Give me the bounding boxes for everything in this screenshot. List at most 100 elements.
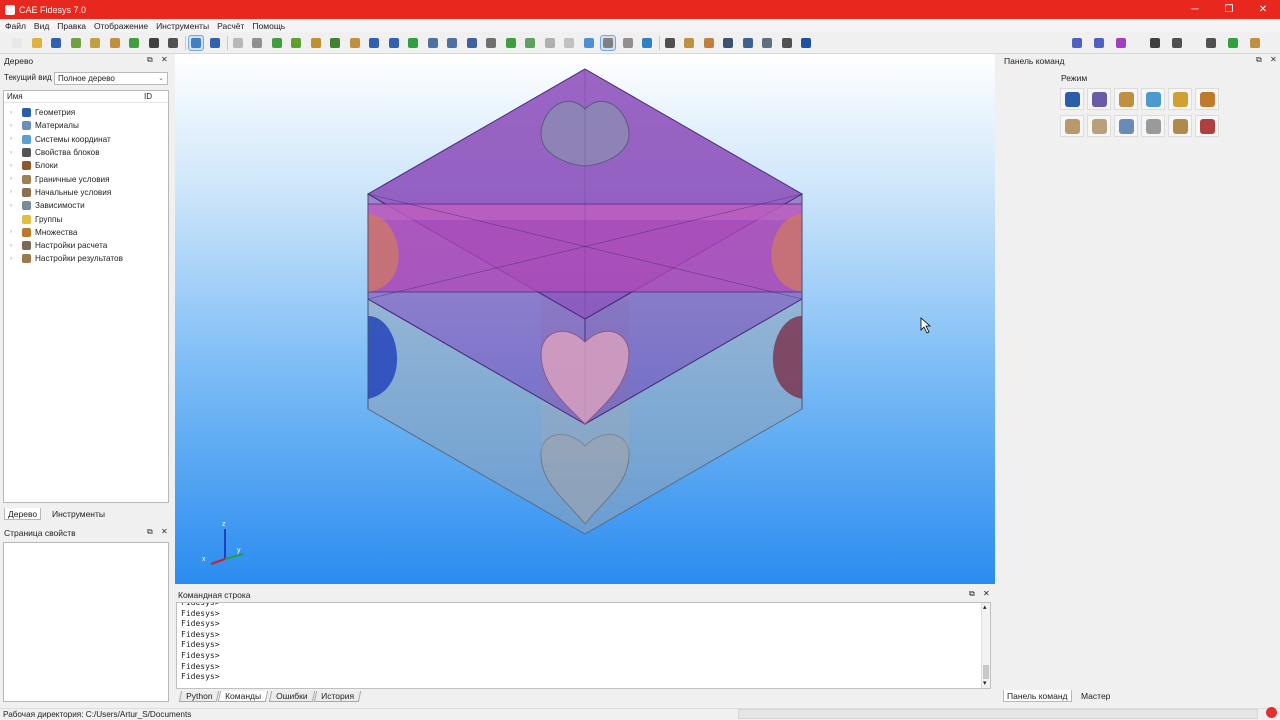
scroll-up-icon[interactable]: ▴ [983, 603, 987, 611]
menu-file[interactable]: Файл [5, 21, 26, 31]
id-column-header[interactable]: ID [144, 92, 152, 101]
tab-errors[interactable]: Ошибки [268, 691, 315, 702]
tree-item[interactable]: › Начальные условия [4, 186, 168, 199]
view-blue-button[interactable] [741, 36, 755, 50]
frame-button[interactable] [484, 36, 498, 50]
split-button[interactable] [1204, 36, 1218, 50]
scrollbar[interactable]: ▴ ▾ [981, 603, 990, 688]
tree-item[interactable]: › Зависимости [4, 199, 168, 212]
tree-item[interactable]: › Граничные условия [4, 172, 168, 185]
expand-arrow-icon[interactable]: › [10, 123, 18, 129]
close-button[interactable]: ✕ [1246, 0, 1280, 19]
edit-button[interactable] [88, 36, 102, 50]
tree-item[interactable]: › Геометрия [4, 106, 168, 119]
tab-command-panel[interactable]: Панель команд [1003, 690, 1072, 702]
tree-item[interactable]: › Настройки результатов [4, 252, 168, 265]
expand-arrow-icon[interactable]: › [10, 110, 18, 116]
script-button[interactable] [108, 36, 122, 50]
expand-arrow-icon[interactable]: › [10, 189, 18, 195]
tools-mode-button[interactable] [1114, 88, 1138, 110]
menu-help[interactable]: Помощь [252, 21, 285, 31]
float-panel-icon[interactable]: ⧉ [969, 589, 975, 599]
float-panel-icon[interactable]: ⧉ [147, 527, 153, 537]
tab-tools[interactable]: Инструменты [49, 508, 108, 520]
rectangle-button[interactable] [1114, 36, 1128, 50]
box-button[interactable] [504, 36, 518, 50]
menu-edit[interactable]: Правка [57, 21, 86, 31]
view-shaded-button[interactable] [250, 36, 264, 50]
select-button[interactable] [187, 35, 204, 51]
sets-mode-button[interactable] [1195, 88, 1219, 110]
tab-commands[interactable]: Команды [217, 691, 269, 702]
probe-button[interactable] [663, 36, 677, 50]
3d-viewport[interactable]: x y z [175, 54, 995, 584]
zoom-out-button[interactable] [445, 36, 459, 50]
axis-button[interactable] [640, 36, 654, 50]
tree-item[interactable]: › Свойства блоков [4, 146, 168, 159]
view-dark-button[interactable] [721, 36, 735, 50]
expand-arrow-icon[interactable]: › [10, 256, 18, 262]
name-column-header[interactable]: Имя [7, 92, 23, 101]
clip-button[interactable] [682, 36, 696, 50]
align-button[interactable] [1170, 36, 1184, 50]
float-panel-icon[interactable]: ⧉ [1256, 55, 1262, 65]
expand-arrow-icon[interactable]: › [10, 203, 18, 209]
menu-calculation[interactable]: Расчёт [217, 21, 244, 31]
close-panel-icon[interactable]: ✕ [161, 55, 168, 64]
menu-tools[interactable]: Инструменты [156, 21, 209, 31]
rotate-button[interactable] [406, 36, 420, 50]
block-mode-button[interactable] [1168, 88, 1192, 110]
scroll-down-icon[interactable]: ▾ [983, 679, 987, 687]
up-button[interactable] [1148, 36, 1162, 50]
tool-button[interactable] [702, 36, 716, 50]
pick-button[interactable] [348, 36, 362, 50]
scroll-thumb[interactable] [983, 665, 989, 679]
fit-button[interactable] [387, 36, 401, 50]
expand-arrow-icon[interactable]: › [10, 176, 18, 182]
maximize-button[interactable]: ❐ [1212, 0, 1246, 19]
expand-arrow-icon[interactable]: › [10, 163, 18, 169]
calc-mode-button[interactable] [1141, 115, 1165, 137]
command-line-output[interactable]: Fidesys> Fidesys> Fidesys> Fidesys> Fidesys>… [176, 602, 991, 689]
settings-button[interactable] [166, 36, 180, 50]
tab-python[interactable]: Python [178, 691, 220, 702]
minus-button[interactable] [1092, 36, 1106, 50]
bc-mode-button[interactable] [1060, 115, 1084, 137]
view-gray-button[interactable] [760, 36, 774, 50]
minimize-button[interactable]: ─ [1178, 0, 1212, 19]
run-script-button[interactable] [127, 36, 141, 50]
close-panel-icon[interactable]: ✕ [983, 589, 990, 598]
expand-arrow-icon[interactable]: › [10, 136, 18, 142]
cube-gray-button[interactable] [543, 36, 557, 50]
analysis-mode-button[interactable] [1195, 115, 1219, 137]
graph-mode-button[interactable] [1114, 115, 1138, 137]
cube-mesh-button[interactable] [562, 36, 576, 50]
menu-display[interactable]: Отображение [94, 21, 148, 31]
view-solid-button[interactable] [270, 36, 284, 50]
menu-view[interactable]: Вид [34, 21, 49, 31]
volume-button[interactable] [328, 36, 342, 50]
close-panel-icon[interactable]: ✕ [1270, 55, 1277, 64]
view-wire-button[interactable] [231, 36, 245, 50]
crosshair-button[interactable] [1070, 36, 1084, 50]
view-hidden-button[interactable] [289, 36, 303, 50]
expand-arrow-icon[interactable]: › [10, 229, 18, 235]
initial-mode-button[interactable] [1087, 115, 1111, 137]
float-panel-icon[interactable]: ⧉ [147, 55, 153, 65]
tab-tree[interactable]: Дерево [4, 508, 42, 520]
tree-item[interactable]: › Блоки [4, 159, 168, 172]
view-select[interactable]: Полное дерево ⌄ [54, 72, 168, 85]
tab-wizard[interactable]: Мастер [1078, 690, 1113, 702]
tree-item[interactable]: Группы [4, 212, 168, 225]
tree-item[interactable]: › Настройки расчета [4, 239, 168, 252]
open-folder-button[interactable] [30, 36, 44, 50]
tree-item[interactable]: › Множества [4, 226, 168, 239]
undo-button[interactable] [208, 36, 222, 50]
sphere-button[interactable] [582, 36, 596, 50]
save-button[interactable] [49, 36, 63, 50]
dot-button[interactable] [799, 36, 813, 50]
new-file-button[interactable] [10, 36, 24, 50]
expand-arrow-icon[interactable]: › [10, 150, 18, 156]
mesh-button[interactable] [309, 36, 323, 50]
expand-arrow-icon[interactable]: › [10, 243, 18, 249]
